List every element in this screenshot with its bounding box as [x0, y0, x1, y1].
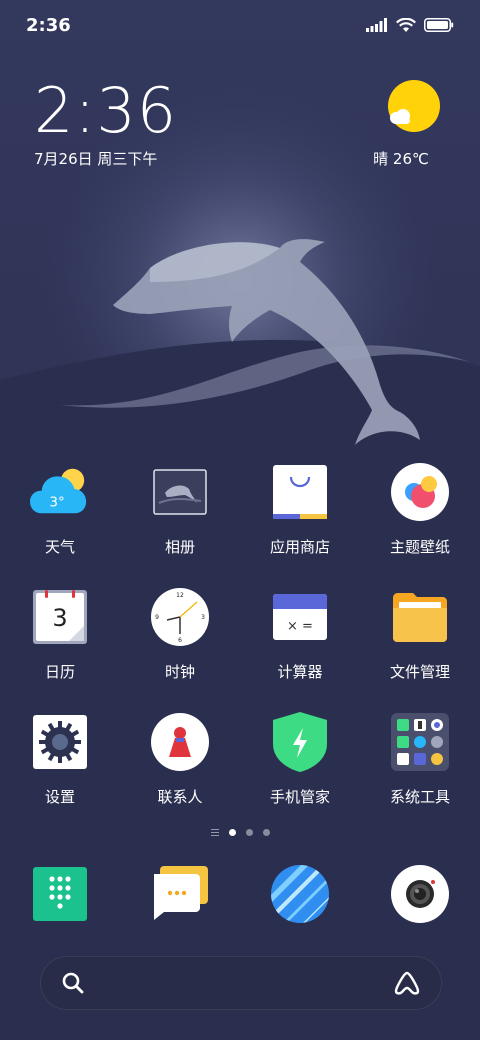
messages-icon: [150, 864, 210, 924]
app-grid: 3° 天气 相册 应用商店 主题壁纸 3 日历 12 3 6 9 时钟 × = …: [0, 462, 480, 814]
app-gallery[interactable]: 相册: [120, 462, 240, 564]
app-label: 应用商店: [269, 538, 330, 556]
app-label: 手机管家: [269, 788, 330, 806]
calculator-icon: × =: [270, 587, 330, 647]
sunny-cloud-icon: [388, 80, 440, 132]
app-contacts[interactable]: 联系人: [120, 712, 240, 814]
app-themes[interactable]: 主题壁纸: [360, 462, 480, 564]
app-label: 日历: [44, 663, 75, 681]
security-icon: [270, 712, 330, 772]
contacts-icon: [150, 712, 210, 772]
app-settings[interactable]: 设置: [0, 712, 120, 814]
svg-text:12: 12: [176, 592, 184, 599]
clock-widget[interactable]: 2:36 7月26日 周三下午: [34, 80, 177, 169]
dock-camera[interactable]: [360, 864, 480, 928]
page-indicator[interactable]: [0, 829, 480, 836]
signal-icon: [366, 18, 387, 32]
tools-folder-icon: [390, 712, 450, 772]
app-weather[interactable]: 3° 天气: [0, 462, 120, 564]
dock: [0, 864, 480, 928]
svg-text:9: 9: [155, 614, 159, 621]
app-tools-folder[interactable]: 系统工具: [360, 712, 480, 814]
svg-text:× =: × =: [287, 619, 313, 634]
app-security[interactable]: 手机管家: [240, 712, 360, 814]
gallery-icon: [150, 462, 210, 522]
svg-text:3°: 3°: [49, 495, 64, 511]
dock-phone[interactable]: [0, 864, 120, 928]
app-label: 相册: [164, 538, 195, 556]
file-manager-icon: [390, 587, 450, 647]
browser-icon: [270, 864, 330, 924]
svg-text:6: 6: [178, 637, 182, 644]
search-bar[interactable]: [40, 956, 442, 1010]
home-screen-menu-icon[interactable]: [210, 829, 219, 836]
app-label: 系统工具: [389, 788, 450, 806]
weather-widget[interactable]: 晴 26℃: [373, 80, 446, 169]
wifi-icon: [396, 17, 416, 32]
calendar-icon: 3: [30, 587, 90, 647]
status-bar: 2:36: [0, 0, 480, 50]
dock-messages[interactable]: [120, 864, 240, 928]
clock-icon: 12 3 6 9: [150, 587, 210, 647]
app-label: 计算器: [277, 663, 323, 681]
app-label: 文件管理: [389, 663, 450, 681]
app-calculator[interactable]: × = 计算器: [240, 587, 360, 689]
page-dot-active[interactable]: [228, 829, 236, 836]
app-clock[interactable]: 12 3 6 9 时钟: [120, 587, 240, 689]
svg-text:3: 3: [52, 604, 67, 632]
clock-widget-date: 7月26日 周三下午: [34, 150, 158, 168]
app-calendar[interactable]: 3 日历: [0, 587, 120, 689]
settings-icon: [30, 712, 90, 772]
status-icons: [366, 17, 454, 33]
clock-widget-time: 2:36: [34, 74, 178, 147]
app-label: 联系人: [157, 788, 203, 806]
page-dot[interactable]: [245, 829, 253, 836]
assistant-icon[interactable]: [393, 970, 421, 996]
themes-icon: [390, 462, 450, 522]
weather-widget-text: 晴 26℃: [373, 150, 429, 168]
app-label: 天气: [44, 538, 75, 556]
page-dot[interactable]: [262, 829, 270, 836]
battery-icon: [424, 18, 454, 32]
app-label: 主题壁纸: [389, 538, 450, 556]
weather-icon: 3°: [30, 462, 90, 522]
app-file-manager[interactable]: 文件管理: [360, 587, 480, 689]
search-icon[interactable]: [61, 971, 85, 995]
app-label: 设置: [44, 788, 75, 806]
app-app-store[interactable]: 应用商店: [240, 462, 360, 564]
status-time: 2:36: [26, 14, 71, 36]
app-label: 时钟: [164, 663, 195, 681]
svg-text:3: 3: [201, 614, 205, 621]
app-store-icon: [270, 462, 330, 522]
phone-dialer-icon: [30, 864, 90, 924]
camera-icon: [390, 864, 450, 924]
dock-browser[interactable]: [240, 864, 360, 928]
